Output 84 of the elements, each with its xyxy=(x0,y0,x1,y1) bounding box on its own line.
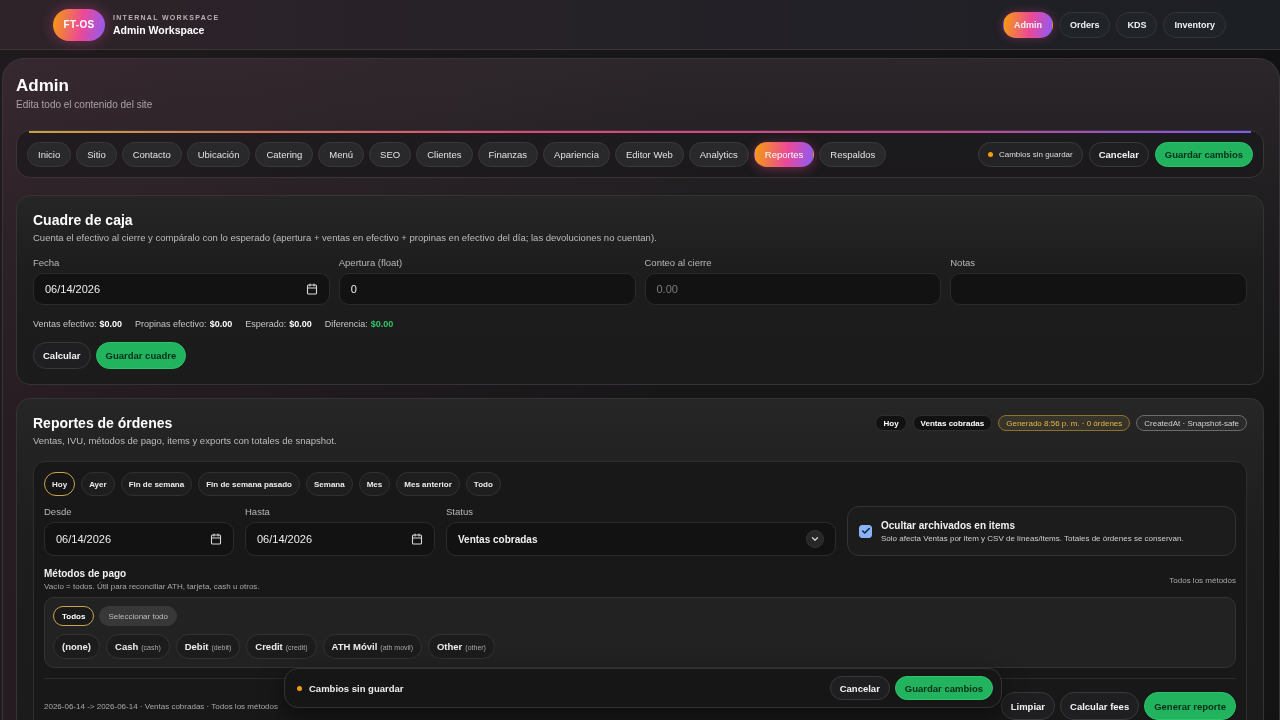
card-title: Reportes de órdenes xyxy=(33,414,173,432)
info-badge: CreatedAt · Snapshot-safe xyxy=(1136,415,1247,431)
filter-badge: Ventas cobradas xyxy=(912,415,993,431)
unsaved-text: Cambios sin guardar xyxy=(309,682,404,694)
option-description: Solo afecta Ventas por item y CSV de líneas/items. Totales de órdenes se conservan. xyxy=(881,533,1184,543)
preset-chip[interactable]: Mes anterior xyxy=(396,472,460,496)
section-tab[interactable]: Apariencia xyxy=(543,141,610,167)
field-label: Fecha xyxy=(33,257,61,269)
section-tab[interactable]: Inicio xyxy=(27,141,72,167)
status-badge: Generado 8:56 p. m. · 0 órdenes xyxy=(998,415,1131,431)
summary-label: Ventas efectivo: xyxy=(33,318,97,330)
page-subtitle: Edita todo el contenido del site xyxy=(16,98,154,112)
checkbox[interactable] xyxy=(859,524,872,538)
section-title: Métodos de pago xyxy=(44,568,128,580)
input-field[interactable]: 0 xyxy=(338,273,636,305)
section-tab[interactable]: Menú xyxy=(318,141,365,167)
summary-value: $0.00 xyxy=(99,318,123,330)
chevron-down-icon[interactable] xyxy=(806,530,824,548)
option-title: Ocultar archivados en items xyxy=(881,519,1016,531)
status-dot-icon xyxy=(297,685,302,691)
preset-chip[interactable]: Fin de semana xyxy=(120,472,193,496)
nav-tab[interactable]: Orders xyxy=(1058,11,1111,38)
input-field[interactable] xyxy=(950,273,1247,305)
field-label: Notas xyxy=(950,257,977,269)
preset-chip[interactable]: Fin de semana pasado xyxy=(198,472,300,496)
section-tab[interactable]: Contacto xyxy=(121,141,182,167)
secondary-button[interactable]: Calcular fees xyxy=(1060,692,1140,720)
secondary-button[interactable]: Calcular xyxy=(33,342,91,369)
section-tab[interactable]: Sitio xyxy=(76,141,117,167)
primary-button[interactable]: Guardar cambios xyxy=(894,676,993,700)
calendar-icon[interactable] xyxy=(305,283,318,295)
field-label: Status xyxy=(446,506,474,518)
calendar-icon[interactable] xyxy=(210,533,222,545)
summary-value: $0.00 xyxy=(289,318,312,330)
summary-label: Esperado: xyxy=(245,318,287,330)
input-field[interactable]: 0.00 xyxy=(644,273,942,305)
field-label: Apertura (float) xyxy=(338,257,404,269)
primary-button[interactable]: Guardar cambios xyxy=(1154,141,1253,167)
filter-badge: Hoy xyxy=(875,415,907,431)
field-label: Hasta xyxy=(245,506,271,518)
section-tab[interactable]: Catering xyxy=(255,141,314,167)
field-label: Desde xyxy=(44,506,73,518)
field-label: Conteo al cierre xyxy=(644,257,713,269)
method-chip[interactable]: (none) xyxy=(53,634,101,659)
preset-chip[interactable]: Mes xyxy=(358,472,391,496)
section-tab[interactable]: Finanzas xyxy=(477,141,539,167)
section-tab[interactable]: Analytics xyxy=(688,141,749,167)
workspace-title: Admin Workspace xyxy=(113,23,206,36)
secondary-button[interactable]: Cancelar xyxy=(1088,141,1149,167)
summary-label: Propinas efectivo: xyxy=(135,318,207,330)
calendar-icon[interactable] xyxy=(411,533,423,545)
status-text: Cambios sin guardar xyxy=(998,149,1073,159)
preset-chip[interactable]: Semana xyxy=(306,472,353,496)
card-title: Cuadre de caja xyxy=(33,211,134,229)
section-tab[interactable]: Ubicación xyxy=(186,141,251,167)
date-field[interactable]: 06/14/2026 xyxy=(33,273,330,305)
primary-button[interactable]: Guardar cuadre xyxy=(95,342,187,369)
primary-button[interactable]: Generar reporte xyxy=(1144,692,1236,720)
preset-chip[interactable]: Hoy xyxy=(44,472,76,496)
card-description: Ventas, IVU, métodos de pago, items y exports con totales de snapshot. xyxy=(33,435,338,447)
methods-summary: Todos los métodos xyxy=(1169,575,1236,585)
secondary-button[interactable]: Cancelar xyxy=(829,676,890,700)
summary-label: Diferencia: xyxy=(324,318,368,330)
nav-tab[interactable]: Inventory xyxy=(1163,11,1226,38)
section-tab[interactable]: Clientes xyxy=(416,141,473,167)
card-description: Cuenta el efectivo al cierre y compáralo con lo esperado (apertura + ventas en efectivo + propinas en efectivo del día; las devoluciones no cuentan). xyxy=(33,232,658,244)
section-tab[interactable]: SEO xyxy=(369,141,412,167)
date-field[interactable]: 06/14/2026 xyxy=(245,522,435,556)
secondary-button[interactable]: Limpiar xyxy=(1000,692,1056,720)
page-title: Admin xyxy=(16,75,70,97)
status-select[interactable]: Ventas cobradas xyxy=(446,522,836,556)
section-hint: Vacío = todos. Útil para reconciliar ATH, tarjeta, cash u otros. xyxy=(44,582,260,592)
mode-chip[interactable]: Seleccionar todo xyxy=(99,606,177,626)
summary-value: $0.00 xyxy=(209,318,233,330)
section-tab[interactable]: Respaldos xyxy=(819,141,887,167)
nav-tab[interactable]: KDS xyxy=(1116,11,1158,38)
mode-chip[interactable]: Todos xyxy=(53,606,95,626)
report-summary: 2026-06-14 -> 2026-06-14 · Ventas cobradas · Todos los métodos xyxy=(44,701,278,711)
preset-chip[interactable]: Ayer xyxy=(81,472,115,496)
section-tab[interactable]: Editor Web xyxy=(614,141,684,167)
date-field[interactable]: 06/14/2026 xyxy=(44,522,234,556)
status-dot-icon xyxy=(987,151,993,157)
summary-value: $0.00 xyxy=(370,318,394,330)
preset-chip[interactable]: Todo xyxy=(465,472,501,496)
